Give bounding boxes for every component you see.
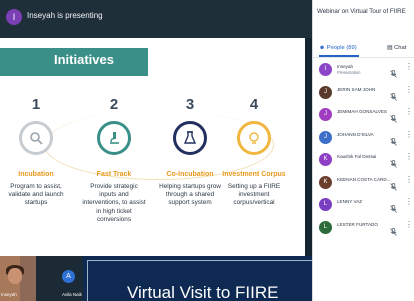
participant-row[interactable]: J JOHANN D'SILVA ⋮	[313, 128, 414, 150]
more-options-icon[interactable]: ⋮	[405, 175, 413, 185]
presenting-bar: I Inseyah is presenting	[0, 0, 312, 38]
step-title: Fast Track	[96, 171, 132, 178]
tab-chat-label: Chat	[394, 45, 407, 51]
mic-muted-icon[interactable]	[390, 155, 397, 173]
participant-row[interactable]: J JERIN SAM JOHN ⋮	[313, 83, 414, 105]
participant-row[interactable]: I Inseyah Presentation ⋮	[313, 60, 414, 82]
step-number: 3	[185, 96, 195, 113]
mic-muted-icon[interactable]	[390, 65, 397, 83]
avatar: K	[319, 153, 332, 166]
flask-icon	[173, 121, 207, 155]
video-tile-avila[interactable]: A Avila Naik	[36, 256, 83, 301]
participant-name: JEMIMAH GONSALVES	[337, 109, 387, 114]
slide-decoration	[267, 38, 305, 74]
more-options-icon[interactable]: ⋮	[405, 130, 413, 140]
video-background	[20, 256, 36, 301]
tab-people[interactable]: ☻ People (89)	[319, 45, 357, 51]
lightbulb-icon	[237, 121, 271, 155]
video-tile-name: Avila Naik	[62, 292, 82, 297]
title-card-text: Virtual Visit to FIIRE	[127, 283, 279, 301]
step-co-incubation: 3 Co-Incubation Helping startups grow th…	[158, 96, 222, 208]
participant-role: Presentation	[337, 70, 361, 75]
microscope-icon	[97, 121, 131, 155]
step-title: Investment Corpus	[222, 171, 286, 178]
participant-name: JERIN SAM JOHN	[337, 86, 376, 92]
participant-name: LENNY VAZ	[337, 199, 363, 204]
step-title: Incubation	[18, 171, 54, 178]
shared-slide: Initiatives 1 Incubation Program to assi…	[0, 38, 305, 256]
more-options-icon[interactable]: ⋮	[405, 220, 413, 230]
meeting-title: Webinar on Virtual Tour of FIIRE	[317, 8, 406, 15]
step-description: Provide strategic inputs and interventio…	[82, 183, 146, 223]
step-number: 4	[249, 96, 259, 113]
participant-row[interactable]: L LENNY VAZ ⋮	[313, 195, 414, 217]
participant-row[interactable]: K KEENAN COSTA CARD... ⋮	[313, 173, 414, 195]
more-options-icon[interactable]: ⋮	[405, 85, 413, 95]
more-options-icon[interactable]: ⋮	[405, 197, 413, 207]
presenting-label: Inseyah is presenting	[27, 11, 103, 20]
participant-name: LESTER FURTADO	[337, 221, 378, 227]
step-description: Setting up a FIIRE investment corpus/ver…	[227, 183, 281, 207]
mic-muted-icon[interactable]	[390, 88, 397, 106]
step-incubation: 1 Incubation Program to assist, validate…	[4, 96, 68, 208]
mic-muted-icon[interactable]	[390, 200, 397, 218]
avatar: L	[319, 198, 332, 211]
mic-muted-icon[interactable]	[390, 178, 397, 196]
step-description: Program to assist, validate and launch s…	[8, 183, 64, 207]
participant-name: JOHANN D'SILVA	[337, 131, 374, 137]
step-title: Co-Incubation	[166, 171, 214, 178]
more-options-icon[interactable]: ⋮	[405, 62, 413, 72]
step-investment-corpus: 4 Investment Corpus Setting up a FIIRE i…	[222, 96, 286, 208]
participant-name: Kaushik Fal Dessai	[337, 154, 377, 159]
avatar: J	[319, 85, 332, 99]
participant-name: Inseyah	[337, 64, 354, 69]
video-tile-name: Inseyah	[1, 292, 17, 297]
step-description: Helping startups grow through a shared s…	[159, 183, 221, 207]
tab-people-label: People (89)	[326, 45, 357, 51]
panel-divider	[313, 57, 414, 58]
video-face	[8, 268, 22, 284]
more-options-icon[interactable]: ⋮	[405, 152, 413, 162]
video-tile-inseyah[interactable]: Inseyah	[0, 256, 36, 301]
avatar: L	[319, 220, 332, 234]
mic-muted-icon[interactable]	[390, 133, 397, 151]
step-number: 1	[31, 96, 41, 113]
avatar: I	[319, 63, 332, 76]
avatar: J	[319, 108, 332, 121]
presenter-avatar: I	[6, 9, 22, 25]
step-fast-track: 2 Fast Track Provide strategic inputs an…	[82, 96, 146, 224]
mic-muted-icon[interactable]	[390, 110, 397, 128]
slide-title: Initiatives	[54, 52, 114, 67]
avatar: A	[62, 270, 75, 283]
participant-row[interactable]: J JEMIMAH GONSALVES ⋮	[313, 105, 414, 127]
mic-muted-icon[interactable]	[390, 223, 397, 241]
title-card: Virtual Visit to FIIRE	[83, 256, 312, 301]
participants-panel: Webinar on Virtual Tour of FIIRE ☻ Peopl…	[312, 0, 414, 301]
participant-name: KEENAN COSTA CARD...	[337, 176, 391, 182]
avatar: J	[319, 130, 332, 144]
more-options-icon[interactable]: ⋮	[405, 107, 413, 117]
magnifier-icon	[19, 121, 53, 155]
step-number: 2	[109, 96, 119, 113]
participant-row[interactable]: K Kaushik Fal Dessai ⋮	[313, 150, 414, 172]
tab-chat[interactable]: ▤ Chat	[387, 45, 406, 51]
avatar: K	[319, 175, 332, 189]
participant-row[interactable]: L LESTER FURTADO ⋮	[313, 218, 414, 240]
